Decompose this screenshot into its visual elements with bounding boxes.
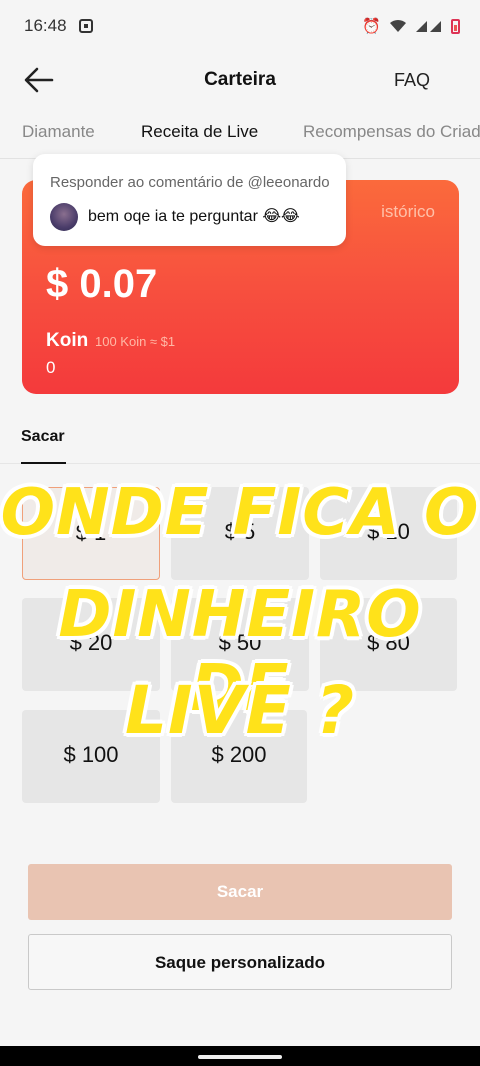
overlay-caption-line-1: ONDE FICA O <box>0 475 480 551</box>
tab-diamante[interactable]: Diamante <box>22 122 95 142</box>
koin-label: Koin <box>46 330 89 351</box>
reply-to-label: Responder ao comentário de @leeonardo <box>50 174 330 191</box>
tab-receita-de-live[interactable]: Receita de Live <box>141 122 258 142</box>
home-gesture-handle[interactable] <box>198 1055 282 1059</box>
faq-link[interactable]: FAQ <box>394 70 430 91</box>
balance-amount: $ 0.07 <box>46 262 158 306</box>
tab-recompensas[interactable]: Recompensas do Criad <box>303 122 480 142</box>
history-link[interactable]: istórico <box>381 202 435 222</box>
alarm-icon: ⏰ <box>362 18 381 35</box>
koin-value: 0 <box>46 358 56 377</box>
section-underline <box>21 462 66 464</box>
custom-withdraw-button[interactable]: Saque personalizado <box>28 934 452 990</box>
section-divider <box>0 463 480 464</box>
signal-icon <box>416 21 441 32</box>
app-notification-icon <box>79 19 93 33</box>
custom-withdraw-button-label: Saque personalizado <box>154 953 326 972</box>
overlay-caption-line-3: LIVE ? <box>124 671 356 750</box>
status-bar: 16:48 ⏰ <box>0 0 480 56</box>
avatar <box>50 203 78 231</box>
koin-rate: 100 Koin ≈ $1 <box>95 334 176 349</box>
wifi-icon <box>390 19 406 32</box>
withdraw-button[interactable]: Sacar <box>28 864 452 920</box>
tab-bar: Diamante Receita de Live Recompensas do … <box>0 118 480 158</box>
battery-icon <box>451 18 460 34</box>
status-icons: ⏰ <box>362 17 460 35</box>
status-time: 16:48 <box>24 16 67 35</box>
withdraw-button-label: Sacar <box>216 882 264 901</box>
comment-text: bem oqe ia te perguntar 😂😂 <box>88 208 300 225</box>
comment-reply-popup[interactable]: Responder ao comentário de @leeonardo be… <box>33 154 346 246</box>
withdraw-section-title: Sacar <box>21 428 65 445</box>
